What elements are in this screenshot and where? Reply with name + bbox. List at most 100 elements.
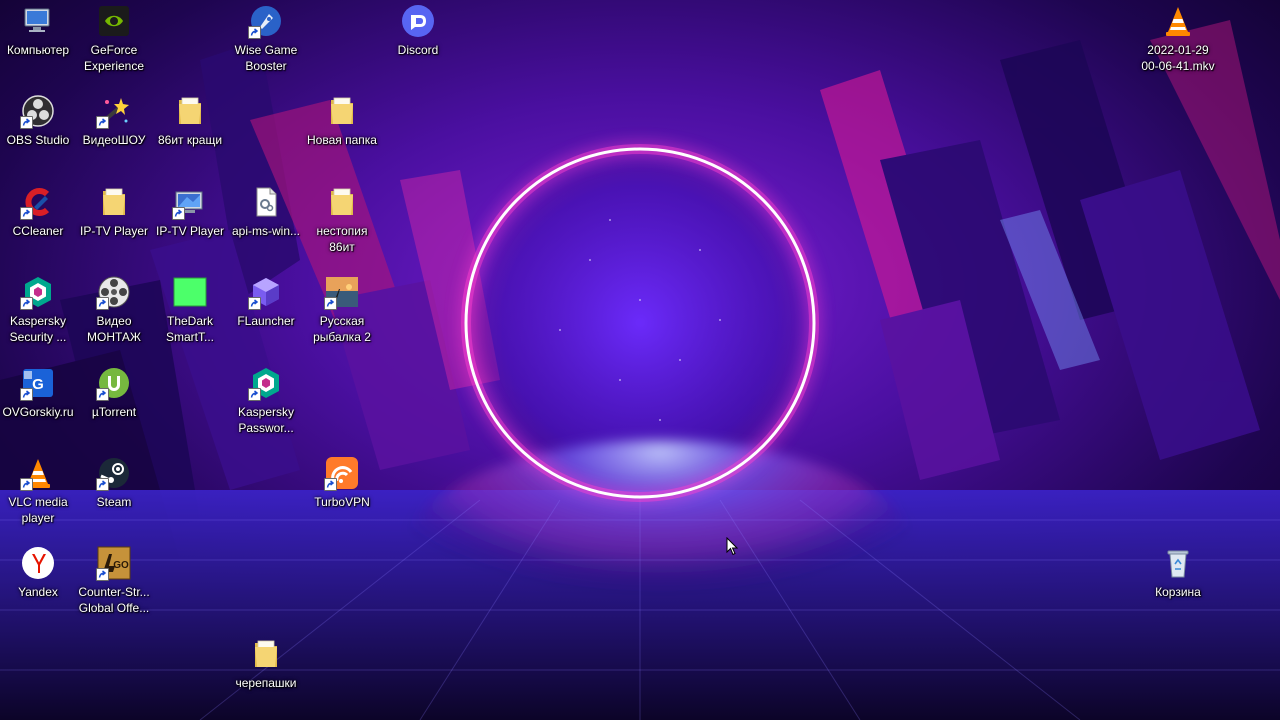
desktop-icon-trash[interactable]: Корзина: [1140, 546, 1216, 600]
desktop-icon-label: IP-TV Player: [79, 224, 148, 238]
desktop-icon-label: Wise Game Booster: [234, 43, 298, 73]
desktop-icon-csgo[interactable]: GO Counter-Str... Global Offe...: [76, 546, 152, 616]
folder-icon: [249, 637, 283, 671]
desktop-icon-iptv2[interactable]: IP-TV Player: [152, 185, 228, 239]
desktop-icon-label: Компьютер: [6, 43, 70, 57]
desktop-icon-ccleaner[interactable]: CCleaner: [0, 185, 76, 239]
desktop-icon-label: 86ит кращи: [157, 133, 223, 147]
mouse-cursor-icon: [726, 537, 738, 556]
ovg-icon: G: [20, 366, 55, 401]
desktop-icon-nestopia[interactable]: нестопия 86ит: [304, 185, 380, 255]
folder-icon: [97, 185, 131, 219]
desktop-icon-thedark[interactable]: TheDark SmartT...: [152, 275, 228, 345]
desktop-icon-apims[interactable]: api-ms-win...: [228, 185, 304, 239]
desktop-icon-label: нестопия 86ит: [316, 224, 368, 254]
yandex-icon: [21, 546, 55, 580]
desktop-icon-label: TheDark SmartT...: [165, 314, 214, 344]
desktop-icon-ovgorskiy[interactable]: G OVGorskiy.ru: [0, 366, 76, 420]
desktop-icon-label: ВидеоШОУ: [82, 133, 146, 147]
shortcut-arrow-icon: [96, 116, 109, 129]
shortcut-arrow-icon: [20, 116, 33, 129]
kaspersky-icon: [20, 275, 55, 310]
desktop-icon-label: CCleaner: [12, 224, 64, 238]
shortcut-arrow-icon: [248, 388, 261, 401]
desktop-icon-label: OVGorskiy.ru: [2, 405, 74, 419]
desktop-icon-turbovpn[interactable]: TurboVPN: [304, 456, 380, 510]
folder-icon: [173, 94, 207, 128]
svg-text:G: G: [32, 376, 44, 393]
dll-file-icon: [249, 185, 283, 219]
tv-icon: [172, 185, 207, 220]
shortcut-arrow-icon: [20, 478, 33, 491]
film-reel-icon: [96, 275, 131, 310]
discord-icon: [401, 4, 435, 38]
cube-icon: [248, 275, 283, 310]
shortcut-arrow-icon: [324, 478, 337, 491]
desktop-icon-label: IP-TV Player: [155, 224, 224, 238]
green-image-icon: [173, 275, 207, 309]
desktop-icon-videomontazh[interactable]: Видео МОНТАЖ: [76, 275, 152, 345]
fishing-icon: [324, 275, 359, 310]
csgo-icon: GO: [96, 546, 131, 581]
desktop-icon-label: черепашки: [235, 676, 297, 690]
shortcut-arrow-icon: [172, 207, 185, 220]
folder-icon: [325, 94, 359, 128]
desktop-icon-iptv1[interactable]: IP-TV Player: [76, 185, 152, 239]
svg-text:GO: GO: [113, 560, 129, 571]
desktop-icon-label: Новая папка: [307, 133, 377, 147]
desktop-icon-vlc-file[interactable]: 2022-01-29 00-06-41.mkv: [1140, 4, 1216, 74]
obs-icon: [20, 94, 55, 129]
shortcut-arrow-icon: [96, 478, 109, 491]
desktop-icon-newfolder[interactable]: Новая папка: [304, 94, 380, 148]
ccleaner-icon: [20, 185, 55, 220]
kaspersky-icon: [248, 366, 283, 401]
desktop-icon-label: Kaspersky Security ...: [9, 314, 67, 344]
shortcut-arrow-icon: [96, 568, 109, 581]
shortcut-arrow-icon: [96, 388, 109, 401]
desktop-icon-label: Русская рыбалка 2: [313, 314, 371, 344]
desktop-icon-label: GeForce Experience: [83, 43, 145, 73]
shortcut-arrow-icon: [20, 297, 33, 310]
desktop-icon-label: VLC media player: [8, 495, 68, 525]
desktop-icon-folder86[interactable]: 86ит кращи: [152, 94, 228, 148]
desktop-icon-yandex[interactable]: Yandex: [0, 546, 76, 600]
shortcut-arrow-icon: [20, 207, 33, 220]
desktop-icon-label: FLauncher: [237, 314, 295, 328]
computer-icon: [21, 4, 55, 38]
shortcut-arrow-icon: [324, 297, 337, 310]
desktop-icon-label: Discord: [397, 43, 439, 57]
shortcut-arrow-icon: [248, 297, 261, 310]
desktop-icon-label: Counter-Str... Global Offe...: [78, 585, 150, 615]
desktop-icon-label: OBS Studio: [6, 133, 70, 147]
desktop-icon-utorrent[interactable]: µTorrent: [76, 366, 152, 420]
folder-icon: [325, 185, 359, 219]
desktop-icon-label: 2022-01-29 00-06-41.mkv: [1141, 43, 1215, 73]
desktop-icon-obs[interactable]: OBS Studio: [0, 94, 76, 148]
desktop-icon-flauncher[interactable]: FLauncher: [228, 275, 304, 329]
desktop-icon-label: µTorrent: [91, 405, 137, 419]
desktop-icon-label: api-ms-win...: [231, 224, 300, 238]
desktop-icon-computer[interactable]: Компьютер: [0, 4, 76, 58]
vlc-cone-icon: [20, 456, 55, 491]
desktop-icon-cherepashki[interactable]: черепашки: [228, 637, 304, 691]
desktop-icon-label: Steam: [96, 495, 132, 509]
steam-icon: [96, 456, 131, 491]
vlc-cone-icon: [1161, 4, 1195, 38]
desktop-icon-label: Yandex: [18, 585, 58, 599]
desktop-icon-vlc[interactable]: VLC media player: [0, 456, 76, 526]
rocket-icon: [248, 4, 283, 39]
desktop-icon-steam[interactable]: Steam: [76, 456, 152, 510]
desktop-icon-geforce[interactable]: GeForce Experience: [76, 4, 152, 74]
desktop-icon-kpassword[interactable]: Kaspersky Passwor...: [228, 366, 304, 436]
desktop-icon-videoshow[interactable]: ВидеоШОУ: [76, 94, 152, 148]
desktop-icon-label: Kaspersky Passwor...: [237, 405, 295, 435]
shortcut-arrow-icon: [248, 26, 261, 39]
desktop-icon-wise[interactable]: Wise Game Booster: [228, 4, 304, 74]
desktop-icon-label: TurboVPN: [314, 495, 370, 509]
turbovpn-icon: [324, 456, 359, 491]
desktop-icon-kaspersky[interactable]: Kaspersky Security ...: [0, 275, 76, 345]
desktop-icon-fishing[interactable]: Русская рыбалка 2: [304, 275, 380, 345]
nvidia-icon: [97, 4, 131, 38]
desktop-icon-discord[interactable]: Discord: [380, 4, 456, 58]
utorrent-icon: [96, 366, 131, 401]
